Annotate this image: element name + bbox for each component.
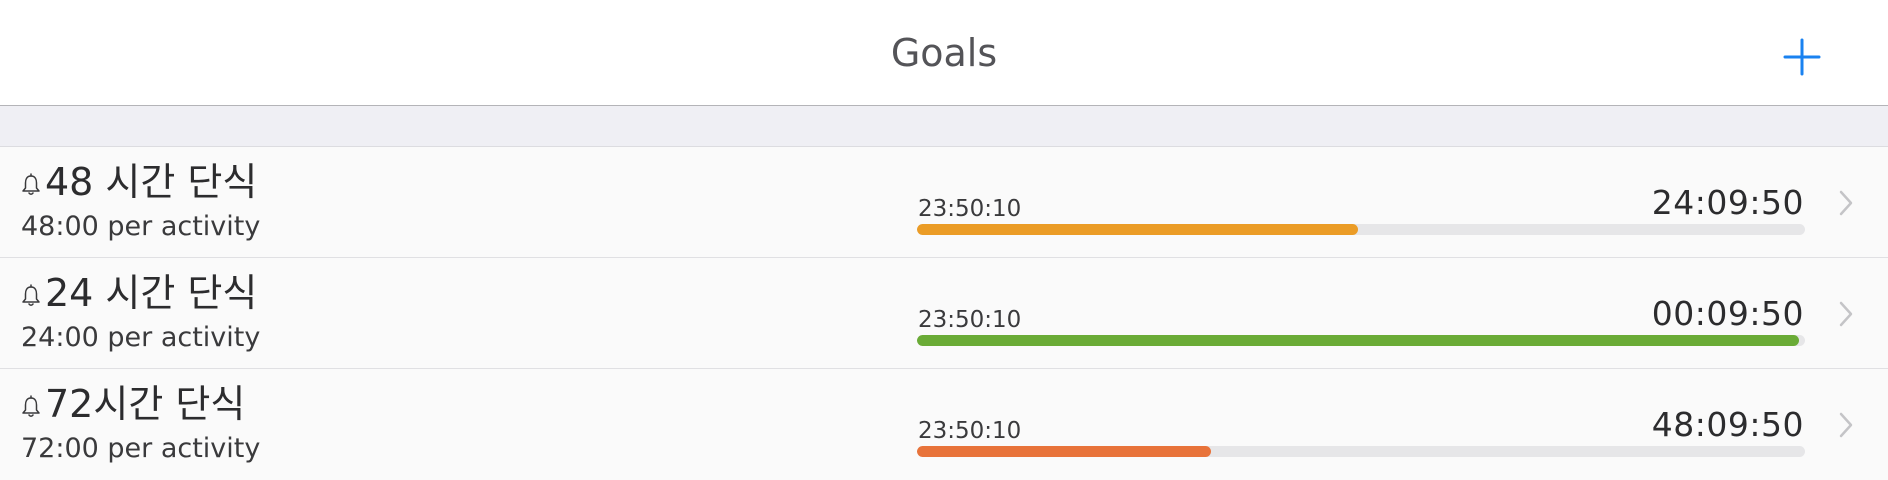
- progress-track: [917, 224, 1805, 235]
- progress-fill: [917, 446, 1211, 457]
- add-goal-button[interactable]: [1782, 37, 1822, 77]
- goal-title: 72시간 단식: [20, 381, 245, 427]
- goal-title: 48 시간 단식: [20, 159, 257, 205]
- bell-icon: [22, 173, 40, 195]
- progress-fill: [917, 335, 1799, 346]
- bell-icon: [22, 284, 40, 306]
- page-title: Goals: [890, 31, 998, 75]
- elapsed-time: 23:50:10: [918, 418, 1022, 444]
- goal-title-text: 48 시간 단식: [45, 160, 258, 204]
- plus-icon: [1783, 38, 1821, 76]
- goal-row-72h[interactable]: 72시간 단식 72:00 per activity 23:50:10 48:0…: [0, 369, 1888, 480]
- section-header-spacer: [0, 106, 1888, 147]
- remaining-time: 00:09:50: [1651, 294, 1804, 333]
- remaining-time: 24:09:50: [1651, 183, 1804, 222]
- goal-row-48h[interactable]: 48 시간 단식 48:00 per activity 23:50:10 24:…: [0, 147, 1888, 258]
- elapsed-time: 23:50:10: [918, 196, 1022, 222]
- goal-row-24h[interactable]: 24 시간 단식 24:00 per activity 23:50:10 00:…: [0, 258, 1888, 369]
- goal-title: 24 시간 단식: [20, 270, 257, 316]
- goal-title-text: 24 시간 단식: [45, 271, 258, 315]
- chevron-right-icon: [1839, 412, 1853, 438]
- goal-subtitle: 24:00 per activity: [21, 322, 261, 353]
- elapsed-time: 23:50:10: [918, 307, 1022, 333]
- navigation-bar: Goals: [0, 0, 1888, 106]
- progress-fill: [917, 224, 1358, 235]
- progress-track: [917, 446, 1805, 457]
- progress-track: [917, 335, 1805, 346]
- goal-title-text: 72시간 단식: [45, 382, 246, 426]
- chevron-right-icon: [1839, 301, 1853, 327]
- remaining-time: 48:09:50: [1651, 405, 1804, 444]
- chevron-right-icon: [1839, 190, 1853, 216]
- goal-subtitle: 72:00 per activity: [21, 433, 261, 464]
- goal-subtitle: 48:00 per activity: [21, 211, 261, 242]
- goals-list: 48 시간 단식 48:00 per activity 23:50:10 24:…: [0, 147, 1888, 480]
- bell-icon: [22, 395, 40, 417]
